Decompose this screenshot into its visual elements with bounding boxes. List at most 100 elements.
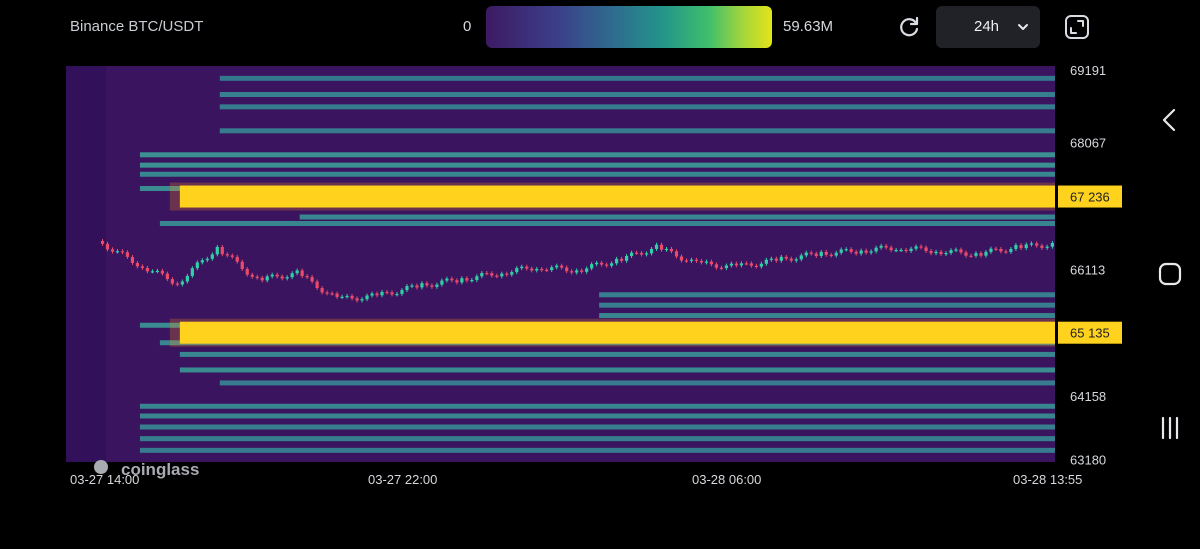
liquidity-band <box>139 152 1056 158</box>
x-axis: 03-27 14:00 03-27 22:00 03-28 06:00 03-28 1… <box>70 472 1082 487</box>
plot-left-shade <box>66 66 106 462</box>
candle-up <box>345 295 349 298</box>
liquidity-band <box>599 292 1055 298</box>
y-tick-label: 67 236 <box>1070 190 1110 205</box>
system-nav-bar <box>1140 0 1200 549</box>
candle-down <box>450 278 454 281</box>
candle-up <box>200 260 204 263</box>
candle-up <box>874 247 878 252</box>
candle-down <box>230 255 234 257</box>
candle-down <box>355 298 359 301</box>
candle-down <box>864 250 868 253</box>
candle-up <box>984 251 988 256</box>
candle-down <box>600 262 604 265</box>
x-tick-label: 03-28 13:55 <box>1013 472 1082 487</box>
candle-down <box>415 285 419 288</box>
candle-up <box>395 293 399 296</box>
candle-down <box>485 273 489 275</box>
candle-down <box>994 248 998 250</box>
candle-up <box>839 249 843 253</box>
candle-up <box>799 255 803 260</box>
candle-up <box>360 299 364 301</box>
candle-up <box>664 248 669 251</box>
liquidity-band <box>139 403 1056 409</box>
candle-down <box>749 263 753 266</box>
y-tick-label: 66113 <box>1070 262 1105 277</box>
candle-up <box>989 248 993 252</box>
candle-up <box>629 252 634 257</box>
candle-down <box>979 253 983 256</box>
candle-down <box>165 273 169 280</box>
candle-up <box>365 295 369 300</box>
candle-down <box>659 244 664 250</box>
y-tick-label: 65 135 <box>1070 326 1110 341</box>
candle-down <box>325 292 329 294</box>
candle-down <box>904 249 908 252</box>
candle-down <box>300 270 304 277</box>
candle-down <box>530 268 534 271</box>
candle-up <box>779 256 783 261</box>
candle-up <box>1024 244 1028 249</box>
candle-up <box>869 251 873 253</box>
liquidity-band <box>179 351 1056 357</box>
liquidity-band <box>219 92 1055 98</box>
candle-down <box>969 255 973 257</box>
liquidity-band <box>599 302 1055 308</box>
candle-up <box>445 278 449 281</box>
candle-up <box>1014 245 1018 249</box>
candle-up <box>340 296 344 298</box>
candle-up <box>295 270 299 274</box>
candle-up <box>180 281 184 285</box>
candle-up <box>265 276 269 281</box>
candle-up <box>954 249 958 251</box>
candle-up <box>974 253 978 256</box>
candle-up <box>769 258 773 260</box>
liquidity-band <box>139 447 1056 453</box>
candle-up <box>909 248 913 251</box>
candle-up <box>1029 243 1034 245</box>
candle-up <box>879 245 883 248</box>
candle-down <box>100 240 105 244</box>
plot-background <box>66 66 1055 462</box>
liquidity-band <box>139 171 1056 177</box>
candle-up <box>270 274 274 277</box>
candle-down <box>490 273 494 276</box>
candle-down <box>964 252 968 256</box>
candle-down <box>824 251 828 255</box>
candle-down <box>130 256 135 263</box>
liquidity-band <box>219 380 1055 386</box>
candle-up <box>550 267 554 271</box>
candle-up <box>644 253 649 255</box>
liquidity-band <box>139 424 1056 430</box>
candle-up <box>794 259 798 261</box>
candle-down <box>385 291 389 294</box>
liquidity-band <box>219 104 1055 110</box>
liquidity-band <box>139 413 1056 419</box>
back-icon[interactable] <box>1154 104 1186 136</box>
candle-down <box>120 251 125 253</box>
candle-down <box>110 249 115 252</box>
candle-down <box>784 256 788 259</box>
candle-down <box>809 252 813 254</box>
candle-down <box>390 292 394 295</box>
candle-down <box>145 267 150 272</box>
candle-up <box>370 293 374 296</box>
candle-down <box>744 263 748 265</box>
recents-icon[interactable] <box>1154 412 1186 444</box>
candle-down <box>694 259 699 261</box>
candle-down <box>335 293 339 297</box>
candle-up <box>290 273 294 278</box>
home-icon[interactable] <box>1154 258 1186 290</box>
candle-down <box>719 267 724 269</box>
candle-up <box>555 265 559 268</box>
candle-down <box>1004 251 1008 253</box>
candle-up <box>595 262 599 265</box>
candle-down <box>245 268 249 275</box>
candle-down <box>350 295 354 299</box>
candle-up <box>115 251 120 253</box>
candle-down <box>225 254 229 256</box>
candle-up <box>649 248 654 254</box>
coinglass-logo-mark <box>94 460 108 474</box>
candle-down <box>734 263 738 266</box>
highlighted-level <box>179 185 1056 208</box>
